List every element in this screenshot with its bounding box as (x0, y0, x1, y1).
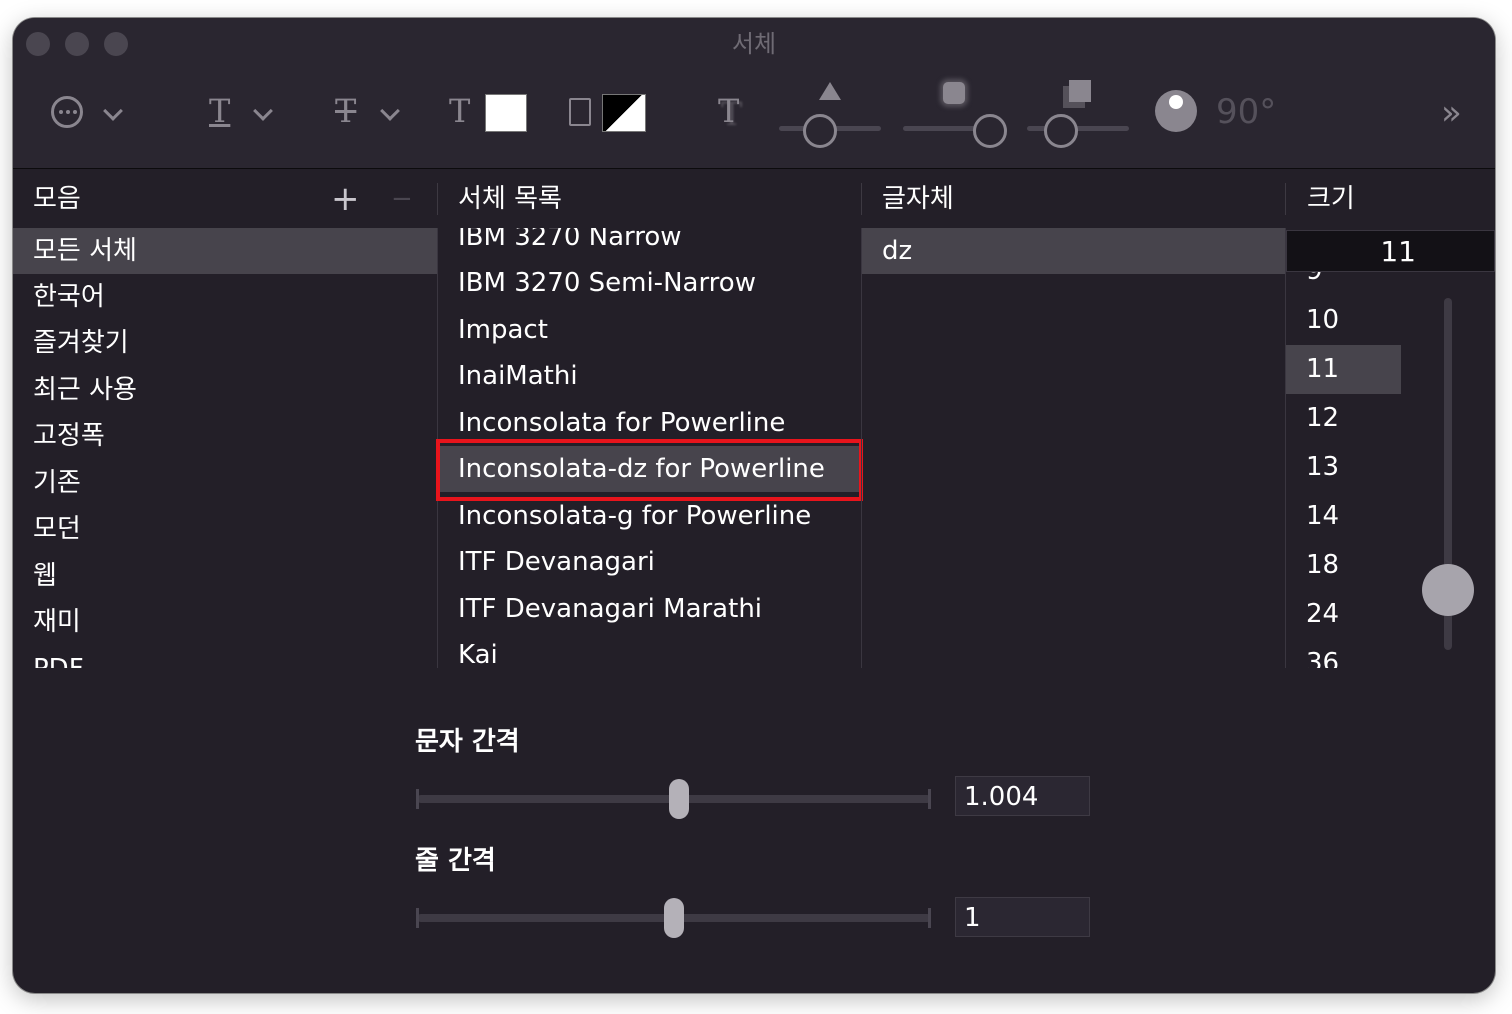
text-color-swatch[interactable] (485, 94, 527, 132)
size-item[interactable]: 12 (1286, 394, 1436, 443)
size-item-selected[interactable]: 11 (1286, 345, 1401, 394)
font-family-item[interactable]: InaiMathi (438, 353, 861, 399)
character-spacing-field[interactable]: 1.004 (955, 776, 1090, 816)
size-item[interactable]: 13 (1286, 443, 1436, 492)
text-color-icon: T (449, 92, 471, 130)
size-header: 크기 (1307, 184, 1355, 214)
document-color-swatch[interactable] (602, 94, 646, 132)
add-collection-button[interactable]: + (331, 170, 360, 228)
character-spacing-thumb[interactable] (669, 779, 690, 819)
size-item[interactable]: 18 (1286, 541, 1436, 590)
size-slider-knob[interactable] (1422, 564, 1474, 616)
chevron-down-icon[interactable] (380, 101, 400, 121)
line-spacing-thumb[interactable] (664, 898, 684, 938)
collection-item[interactable]: 재미 (13, 599, 437, 645)
font-panel-window: 서체 T T T T 90° » 모음 + − 서체 목록 글자체 크기 모든 … (13, 18, 1495, 993)
typeface-item[interactable]: dz (862, 228, 1285, 274)
size-item[interactable]: 24 (1286, 590, 1436, 639)
font-family-item[interactable]: ITF Devanagari (438, 539, 861, 585)
opacity-slider-knob[interactable] (803, 114, 837, 148)
angle-value: 90° (1216, 92, 1277, 132)
typeface-list: dz (862, 228, 1285, 668)
column-divider (437, 183, 438, 215)
toolbar-overflow-icon[interactable]: » (1441, 96, 1462, 130)
typefaces-header: 글자체 (882, 184, 954, 214)
font-family-item[interactable]: ITF Devanagari Marathi (438, 586, 861, 632)
collection-item[interactable]: 최근 사용 (13, 367, 437, 413)
strikethrough-icon[interactable]: T (335, 92, 356, 130)
collections-header: 모음 (33, 184, 81, 214)
column-divider (1285, 183, 1286, 215)
font-family-item[interactable]: IBM 3270 Semi-Narrow (438, 260, 861, 306)
collection-item[interactable]: 한국어 (13, 274, 437, 320)
character-spacing-label: 문자 간격 (415, 727, 520, 757)
slider-max-tick (928, 789, 931, 809)
size-item[interactable]: 14 (1286, 492, 1436, 541)
font-family-item[interactable]: IBM 3270 Narrow (438, 228, 861, 260)
offset-icon (1069, 80, 1091, 102)
line-spacing-label: 줄 간격 (415, 846, 496, 876)
chevron-down-icon[interactable] (103, 101, 123, 121)
font-family-item[interactable]: Impact (438, 307, 861, 353)
remove-collection-button[interactable]: − (391, 170, 413, 228)
underline-icon[interactable]: T (209, 92, 230, 130)
toolbar: 서체 T T T T 90° » (13, 18, 1495, 169)
offset-slider[interactable] (1027, 126, 1129, 131)
opacity-icon (819, 82, 841, 100)
column-divider (861, 183, 862, 215)
window-title: 서체 (731, 30, 777, 58)
collection-item[interactable]: 모든 서체 (13, 228, 437, 274)
size-item[interactable]: 9 (1286, 272, 1436, 296)
size-field[interactable]: 11 (1286, 230, 1495, 272)
collection-item[interactable]: 즐겨찾기 (13, 320, 437, 366)
line-spacing-field[interactable]: 1 (955, 897, 1090, 937)
actions-icon[interactable] (51, 96, 83, 128)
collection-item[interactable]: PDF (13, 646, 437, 668)
document-icon (569, 98, 591, 126)
slider-min-tick (416, 789, 419, 809)
text-shadow-icon[interactable]: T (718, 92, 739, 130)
collection-item[interactable]: 고정폭 (13, 413, 437, 459)
chevron-down-icon[interactable] (253, 101, 273, 121)
blur-slider-knob[interactable] (973, 114, 1007, 148)
slider-max-tick (928, 908, 931, 928)
collection-item[interactable]: 모던 (13, 506, 437, 552)
size-item[interactable]: 36 (1286, 639, 1436, 668)
slider-min-tick (416, 908, 419, 928)
offset-slider-knob[interactable] (1044, 114, 1078, 148)
font-family-item[interactable]: Kai (438, 632, 861, 668)
collection-item[interactable]: 기존 (13, 460, 437, 506)
collection-item[interactable]: 웹 (13, 553, 437, 599)
size-list: 9 10 11 12 13 14 18 24 36 (1286, 272, 1436, 668)
selection-highlight-box (436, 439, 863, 501)
blur-icon (943, 82, 965, 104)
collections-list: 모든 서체 한국어 즐겨찾기 최근 사용 고정폭 기존 모던 웹 재미 PDF (13, 228, 437, 668)
angle-dial[interactable] (1155, 90, 1197, 132)
families-header: 서체 목록 (458, 184, 562, 214)
size-item[interactable]: 10 (1286, 296, 1436, 345)
